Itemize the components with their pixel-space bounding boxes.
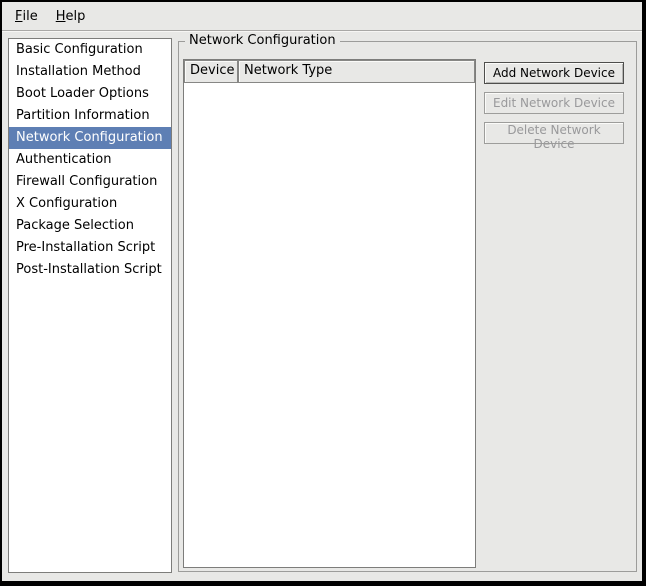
network-configuration-frame: Network Configuration DeviceNetwork Type… <box>178 41 637 572</box>
sidebar-item-pre-installation-script[interactable]: Pre-Installation Script <box>9 237 171 259</box>
menu-label-mnemonic: F <box>15 9 22 24</box>
button-column: Add Network Device Edit Network Device Del… <box>484 62 624 152</box>
menu-label-mnemonic: H <box>56 9 66 24</box>
frame-title: Network Configuration <box>185 33 340 48</box>
sidebar-item-firewall-configuration[interactable]: Firewall Configuration <box>9 171 171 193</box>
sidebar-item-package-selection[interactable]: Package Selection <box>9 215 171 237</box>
add-network-device-button[interactable]: Add Network Device <box>484 62 624 84</box>
sidebar-item-installation-method[interactable]: Installation Method <box>9 61 171 83</box>
sidebar-item-partition-information[interactable]: Partition Information <box>9 105 171 127</box>
table-body[interactable] <box>184 83 475 567</box>
menu-label: elp <box>66 9 86 24</box>
sidebar-item-network-configuration[interactable]: Network Configuration <box>9 127 171 149</box>
menu-help[interactable]: Help <box>47 2 95 30</box>
menubar: FileHelp <box>2 2 642 31</box>
column-header-device[interactable]: Device <box>184 60 238 83</box>
edit-network-device-button[interactable]: Edit Network Device <box>484 92 624 114</box>
menu-label: ile <box>22 9 37 24</box>
sidebar-item-x-configuration[interactable]: X Configuration <box>9 193 171 215</box>
sidebar-list: Basic ConfigurationInstallation MethodBo… <box>8 38 172 573</box>
menu-file[interactable]: File <box>6 2 47 30</box>
column-header-network-type[interactable]: Network Type <box>238 60 475 83</box>
sidebar-item-basic-configuration[interactable]: Basic Configuration <box>9 39 171 61</box>
sidebar-item-post-installation-script[interactable]: Post-Installation Script <box>9 259 171 281</box>
network-device-table: DeviceNetwork Type <box>183 59 476 568</box>
sidebar-item-authentication[interactable]: Authentication <box>9 149 171 171</box>
delete-network-device-button[interactable]: Delete Network Device <box>484 122 624 144</box>
sidebar-item-boot-loader-options[interactable]: Boot Loader Options <box>9 83 171 105</box>
window: FileHelp Basic ConfigurationInstallation… <box>0 0 646 586</box>
table-header: DeviceNetwork Type <box>184 60 475 83</box>
